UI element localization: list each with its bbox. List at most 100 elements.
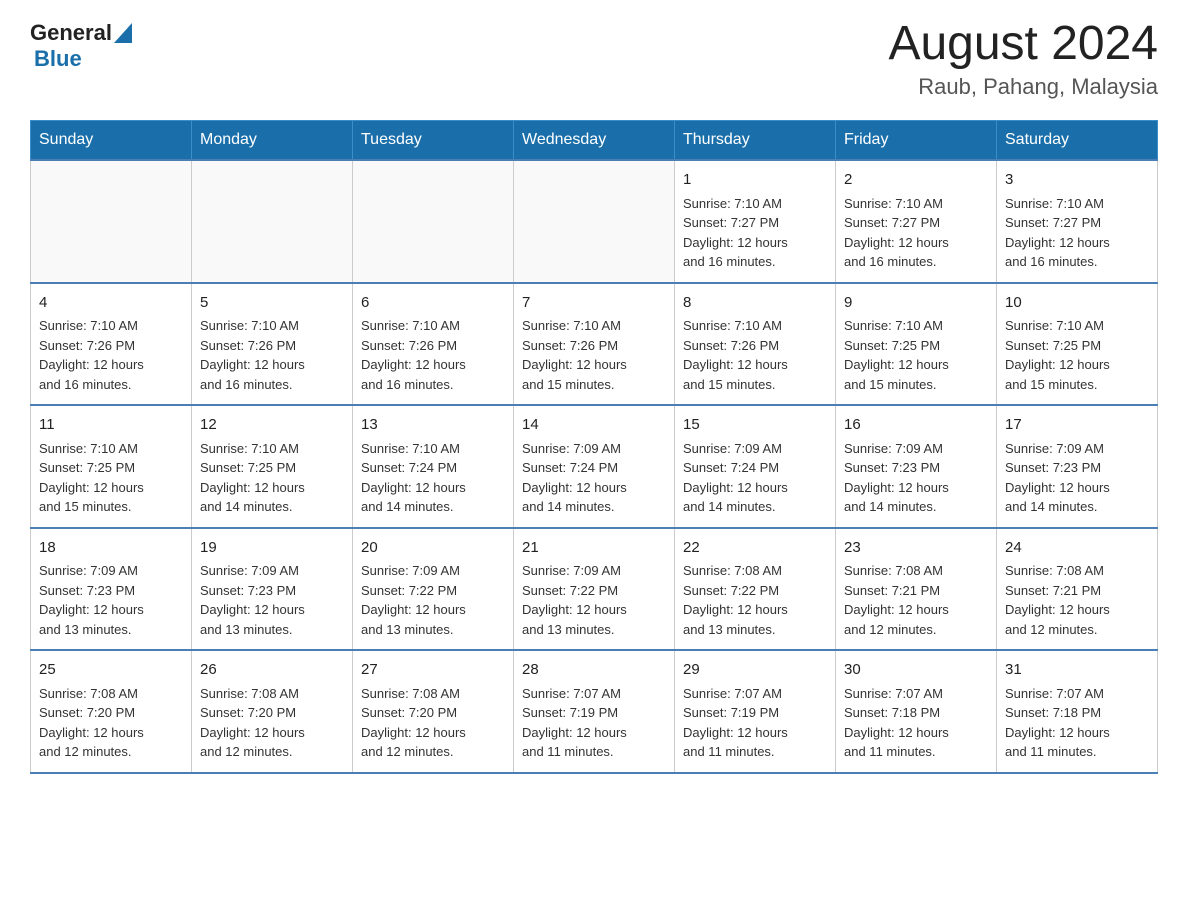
calendar-day-cell: 7Sunrise: 7:10 AMSunset: 7:26 PMDaylight… <box>514 283 675 406</box>
day-number: 30 <box>844 659 988 682</box>
calendar-week-row: 18Sunrise: 7:09 AMSunset: 7:23 PMDayligh… <box>31 528 1158 651</box>
calendar-day-cell: 10Sunrise: 7:10 AMSunset: 7:25 PMDayligh… <box>997 283 1158 406</box>
day-info: Sunrise: 7:09 AMSunset: 7:23 PMDaylight:… <box>1005 439 1149 517</box>
calendar-day-cell: 21Sunrise: 7:09 AMSunset: 7:22 PMDayligh… <box>514 528 675 651</box>
calendar-day-cell: 17Sunrise: 7:09 AMSunset: 7:23 PMDayligh… <box>997 405 1158 528</box>
calendar-day-cell: 16Sunrise: 7:09 AMSunset: 7:23 PMDayligh… <box>836 405 997 528</box>
day-number: 9 <box>844 292 988 315</box>
calendar-day-cell: 2Sunrise: 7:10 AMSunset: 7:27 PMDaylight… <box>836 160 997 283</box>
day-number: 3 <box>1005 169 1149 192</box>
day-info: Sunrise: 7:10 AMSunset: 7:26 PMDaylight:… <box>200 316 344 394</box>
day-info: Sunrise: 7:07 AMSunset: 7:18 PMDaylight:… <box>1005 684 1149 762</box>
calendar-header-saturday: Saturday <box>997 121 1158 161</box>
day-number: 13 <box>361 414 505 437</box>
day-info: Sunrise: 7:08 AMSunset: 7:20 PMDaylight:… <box>39 684 183 762</box>
day-number: 21 <box>522 537 666 560</box>
calendar-week-row: 25Sunrise: 7:08 AMSunset: 7:20 PMDayligh… <box>31 650 1158 773</box>
logo-general-text: General <box>30 20 112 46</box>
day-number: 31 <box>1005 659 1149 682</box>
day-info: Sunrise: 7:10 AMSunset: 7:24 PMDaylight:… <box>361 439 505 517</box>
day-info: Sunrise: 7:09 AMSunset: 7:22 PMDaylight:… <box>361 561 505 639</box>
logo-triangle-icon <box>114 23 132 43</box>
day-number: 6 <box>361 292 505 315</box>
day-number: 11 <box>39 414 183 437</box>
day-number: 7 <box>522 292 666 315</box>
calendar-day-cell: 27Sunrise: 7:08 AMSunset: 7:20 PMDayligh… <box>353 650 514 773</box>
calendar-day-cell: 3Sunrise: 7:10 AMSunset: 7:27 PMDaylight… <box>997 160 1158 283</box>
day-number: 25 <box>39 659 183 682</box>
day-info: Sunrise: 7:10 AMSunset: 7:25 PMDaylight:… <box>200 439 344 517</box>
calendar-header-friday: Friday <box>836 121 997 161</box>
day-info: Sunrise: 7:10 AMSunset: 7:26 PMDaylight:… <box>683 316 827 394</box>
day-number: 19 <box>200 537 344 560</box>
day-info: Sunrise: 7:07 AMSunset: 7:19 PMDaylight:… <box>522 684 666 762</box>
day-number: 14 <box>522 414 666 437</box>
calendar-day-cell: 30Sunrise: 7:07 AMSunset: 7:18 PMDayligh… <box>836 650 997 773</box>
calendar-day-cell: 25Sunrise: 7:08 AMSunset: 7:20 PMDayligh… <box>31 650 192 773</box>
calendar-day-cell <box>192 160 353 283</box>
day-number: 8 <box>683 292 827 315</box>
calendar-day-cell: 4Sunrise: 7:10 AMSunset: 7:26 PMDaylight… <box>31 283 192 406</box>
day-info: Sunrise: 7:08 AMSunset: 7:20 PMDaylight:… <box>361 684 505 762</box>
day-number: 27 <box>361 659 505 682</box>
calendar-day-cell: 18Sunrise: 7:09 AMSunset: 7:23 PMDayligh… <box>31 528 192 651</box>
calendar-day-cell <box>31 160 192 283</box>
calendar-day-cell: 6Sunrise: 7:10 AMSunset: 7:26 PMDaylight… <box>353 283 514 406</box>
calendar-day-cell <box>514 160 675 283</box>
day-info: Sunrise: 7:09 AMSunset: 7:22 PMDaylight:… <box>522 561 666 639</box>
calendar-day-cell: 31Sunrise: 7:07 AMSunset: 7:18 PMDayligh… <box>997 650 1158 773</box>
day-number: 18 <box>39 537 183 560</box>
calendar-day-cell: 1Sunrise: 7:10 AMSunset: 7:27 PMDaylight… <box>675 160 836 283</box>
day-info: Sunrise: 7:10 AMSunset: 7:27 PMDaylight:… <box>683 194 827 272</box>
day-number: 2 <box>844 169 988 192</box>
day-number: 16 <box>844 414 988 437</box>
calendar-day-cell: 28Sunrise: 7:07 AMSunset: 7:19 PMDayligh… <box>514 650 675 773</box>
calendar-day-cell: 15Sunrise: 7:09 AMSunset: 7:24 PMDayligh… <box>675 405 836 528</box>
calendar-day-cell: 24Sunrise: 7:08 AMSunset: 7:21 PMDayligh… <box>997 528 1158 651</box>
calendar-day-cell: 8Sunrise: 7:10 AMSunset: 7:26 PMDaylight… <box>675 283 836 406</box>
calendar-day-cell: 12Sunrise: 7:10 AMSunset: 7:25 PMDayligh… <box>192 405 353 528</box>
day-info: Sunrise: 7:10 AMSunset: 7:25 PMDaylight:… <box>1005 316 1149 394</box>
day-number: 22 <box>683 537 827 560</box>
calendar-day-cell: 22Sunrise: 7:08 AMSunset: 7:22 PMDayligh… <box>675 528 836 651</box>
calendar-week-row: 11Sunrise: 7:10 AMSunset: 7:25 PMDayligh… <box>31 405 1158 528</box>
calendar-header-sunday: Sunday <box>31 121 192 161</box>
day-info: Sunrise: 7:08 AMSunset: 7:22 PMDaylight:… <box>683 561 827 639</box>
day-info: Sunrise: 7:09 AMSunset: 7:23 PMDaylight:… <box>200 561 344 639</box>
day-number: 4 <box>39 292 183 315</box>
day-info: Sunrise: 7:09 AMSunset: 7:24 PMDaylight:… <box>522 439 666 517</box>
calendar-header-thursday: Thursday <box>675 121 836 161</box>
day-number: 23 <box>844 537 988 560</box>
day-info: Sunrise: 7:10 AMSunset: 7:26 PMDaylight:… <box>39 316 183 394</box>
calendar-day-cell: 26Sunrise: 7:08 AMSunset: 7:20 PMDayligh… <box>192 650 353 773</box>
day-number: 15 <box>683 414 827 437</box>
day-info: Sunrise: 7:08 AMSunset: 7:21 PMDaylight:… <box>844 561 988 639</box>
calendar-day-cell: 11Sunrise: 7:10 AMSunset: 7:25 PMDayligh… <box>31 405 192 528</box>
location-subtitle: Raub, Pahang, Malaysia <box>888 74 1158 100</box>
day-info: Sunrise: 7:10 AMSunset: 7:26 PMDaylight:… <box>522 316 666 394</box>
day-number: 20 <box>361 537 505 560</box>
calendar-header-row: SundayMondayTuesdayWednesdayThursdayFrid… <box>31 121 1158 161</box>
calendar-day-cell: 19Sunrise: 7:09 AMSunset: 7:23 PMDayligh… <box>192 528 353 651</box>
day-info: Sunrise: 7:07 AMSunset: 7:19 PMDaylight:… <box>683 684 827 762</box>
calendar-week-row: 4Sunrise: 7:10 AMSunset: 7:26 PMDaylight… <box>31 283 1158 406</box>
calendar-header-monday: Monday <box>192 121 353 161</box>
day-number: 1 <box>683 169 827 192</box>
calendar-header-wednesday: Wednesday <box>514 121 675 161</box>
day-number: 5 <box>200 292 344 315</box>
day-info: Sunrise: 7:10 AMSunset: 7:27 PMDaylight:… <box>1005 194 1149 272</box>
day-info: Sunrise: 7:10 AMSunset: 7:25 PMDaylight:… <box>39 439 183 517</box>
page-header: General Blue August 2024 Raub, Pahang, M… <box>30 20 1158 100</box>
day-info: Sunrise: 7:09 AMSunset: 7:23 PMDaylight:… <box>844 439 988 517</box>
calendar-day-cell: 5Sunrise: 7:10 AMSunset: 7:26 PMDaylight… <box>192 283 353 406</box>
day-info: Sunrise: 7:09 AMSunset: 7:23 PMDaylight:… <box>39 561 183 639</box>
day-info: Sunrise: 7:09 AMSunset: 7:24 PMDaylight:… <box>683 439 827 517</box>
day-info: Sunrise: 7:07 AMSunset: 7:18 PMDaylight:… <box>844 684 988 762</box>
calendar-table: SundayMondayTuesdayWednesdayThursdayFrid… <box>30 120 1158 774</box>
calendar-day-cell: 13Sunrise: 7:10 AMSunset: 7:24 PMDayligh… <box>353 405 514 528</box>
calendar-day-cell: 20Sunrise: 7:09 AMSunset: 7:22 PMDayligh… <box>353 528 514 651</box>
calendar-day-cell: 23Sunrise: 7:08 AMSunset: 7:21 PMDayligh… <box>836 528 997 651</box>
logo: General Blue <box>30 20 132 72</box>
calendar-header-tuesday: Tuesday <box>353 121 514 161</box>
title-block: August 2024 Raub, Pahang, Malaysia <box>888 20 1158 100</box>
